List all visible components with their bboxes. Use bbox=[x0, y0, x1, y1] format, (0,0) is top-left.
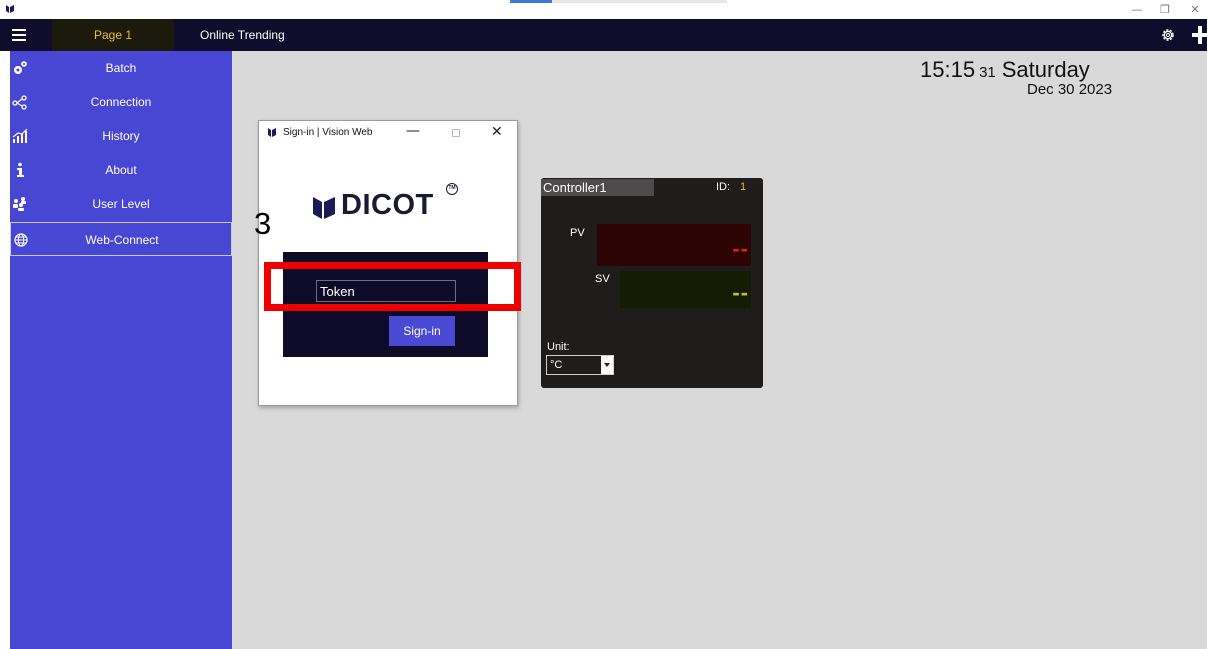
step-number-annotation: 3 bbox=[254, 206, 272, 241]
plus-icon[interactable] bbox=[1192, 23, 1207, 47]
dicot-logo: DICOT TM bbox=[313, 183, 463, 229]
unit-label: Unit: bbox=[547, 341, 570, 353]
logo-text: DICOT bbox=[341, 189, 434, 221]
sv-display: -- bbox=[620, 271, 751, 308]
app-logo-icon bbox=[268, 128, 276, 137]
pv-display: -- bbox=[597, 224, 751, 266]
controller-panel: Controller1 ID: 1 PV -- SV -- Unit: °C bbox=[541, 178, 763, 388]
chevron-down-icon[interactable] bbox=[601, 356, 613, 374]
sidebar-item-label: Connection bbox=[90, 95, 152, 109]
controller-name: Controller1 bbox=[541, 179, 654, 196]
window-minimize-button[interactable]: — bbox=[1125, 0, 1149, 19]
menu-icon[interactable] bbox=[10, 26, 28, 44]
highlight-box bbox=[264, 262, 521, 311]
clock-date: Dec 30 2023 bbox=[1027, 81, 1113, 98]
controller-id-label: ID: bbox=[716, 181, 731, 193]
tab-page-1[interactable]: Page 1 bbox=[52, 19, 174, 51]
clock-hours-minutes: 15:15 bbox=[920, 57, 976, 82]
window-restore-button[interactable]: ❐ bbox=[1153, 0, 1177, 19]
dialog-close-button[interactable]: ✕ bbox=[491, 124, 503, 140]
app-window: — ❐ ✕ Page 1 Online Trending Batch Conne… bbox=[0, 0, 1207, 649]
sidebar-item-batch[interactable]: Batch bbox=[10, 51, 232, 85]
pv-value: -- bbox=[732, 236, 749, 261]
unit-select[interactable]: °C bbox=[546, 355, 614, 375]
sidebar-item-user-level[interactable]: User Level bbox=[10, 187, 232, 221]
app-logo-icon bbox=[6, 5, 14, 13]
sidebar-item-history[interactable]: History bbox=[10, 119, 232, 153]
dialog-titlebar[interactable]: Sign-in | Vision Web — ✕ bbox=[259, 121, 517, 145]
clock-day: Saturday bbox=[1001, 57, 1090, 82]
sidebar-item-web-connect[interactable]: Web-Connect bbox=[10, 222, 232, 256]
pv-label: PV bbox=[570, 227, 585, 239]
sidebar-item-label: About bbox=[105, 163, 137, 177]
clock-seconds: 31 bbox=[979, 64, 996, 81]
sidebar-item-label: Batch bbox=[105, 61, 137, 75]
dialog-maximize-button[interactable] bbox=[452, 129, 460, 137]
sidebar-item-label: Web-Connect bbox=[85, 233, 159, 247]
settings-icon[interactable] bbox=[1160, 27, 1176, 43]
logo-trademark: TM bbox=[446, 183, 458, 195]
os-tab-indicator-rest bbox=[552, 0, 727, 3]
controller-id-value: 1 bbox=[740, 181, 747, 193]
dialog-title: Sign-in | Vision Web bbox=[283, 127, 373, 138]
sidebar: Batch Connection History About User Leve… bbox=[10, 51, 232, 649]
signin-button[interactable]: Sign-in bbox=[389, 316, 455, 346]
sidebar-item-about[interactable]: About bbox=[10, 153, 232, 187]
app-topbar: Page 1 Online Trending bbox=[0, 19, 1207, 51]
tab-online-trending[interactable]: Online Trending bbox=[200, 19, 285, 51]
sidebar-item-label: History bbox=[102, 129, 140, 143]
os-titlebar: — ❐ ✕ bbox=[0, 0, 1207, 19]
os-tab-indicator bbox=[510, 0, 552, 3]
window-close-button[interactable]: ✕ bbox=[1183, 0, 1207, 19]
sv-value: -- bbox=[732, 280, 749, 305]
dialog-minimize-button[interactable]: — bbox=[406, 123, 420, 139]
dicot-logo-mark-icon bbox=[313, 197, 335, 219]
sidebar-item-connection[interactable]: Connection bbox=[10, 85, 232, 119]
clock-time: 15:15 31 Saturday bbox=[920, 57, 1090, 83]
sidebar-item-label: User Level bbox=[92, 197, 150, 211]
unit-select-value: °C bbox=[550, 359, 563, 371]
sv-label: SV bbox=[595, 273, 610, 285]
